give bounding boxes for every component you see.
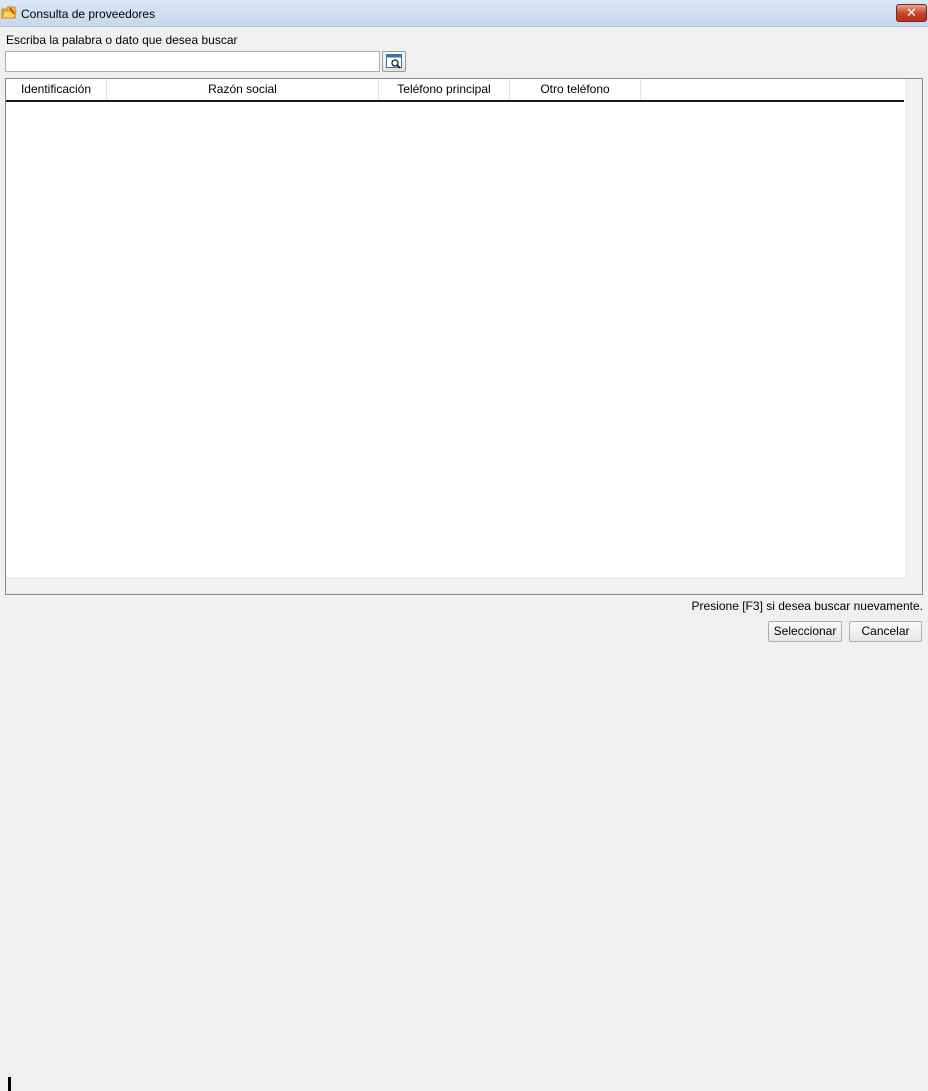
vertical-scrollbar[interactable] (905, 79, 922, 594)
search-again-hint: Presione [F3] si desea buscar nuevamente… (691, 599, 923, 613)
suppliers-table[interactable]: Identificación Razón social Teléfono pri… (5, 78, 923, 1091)
title-bar: Consulta de proveedores ✕ (0, 0, 928, 27)
horizontal-scrollbar[interactable] (6, 577, 905, 1091)
folder-app-icon (1, 5, 17, 20)
scroll-thumb[interactable] (8, 1077, 11, 1091)
table-header: Identificación Razón social Teléfono pri… (6, 79, 904, 102)
column-header-razon-social[interactable]: Razón social (107, 79, 379, 100)
search-input[interactable] (5, 51, 380, 72)
close-icon: ✕ (906, 5, 917, 20)
select-button[interactable]: Seleccionar (768, 621, 842, 642)
column-header-otro-telefono[interactable]: Otro teléfono (510, 79, 641, 100)
search-label: Escriba la palabra o dato que desea busc… (6, 33, 238, 47)
window-title: Consulta de proveedores (21, 7, 156, 21)
search-window-icon (386, 54, 402, 69)
column-header-identificacion[interactable]: Identificación (6, 79, 107, 100)
column-header-telefono-principal[interactable]: Teléfono principal (379, 79, 510, 100)
close-button[interactable]: ✕ (896, 4, 927, 22)
search-button[interactable] (382, 51, 406, 72)
cancel-button[interactable]: Cancelar (849, 621, 922, 642)
